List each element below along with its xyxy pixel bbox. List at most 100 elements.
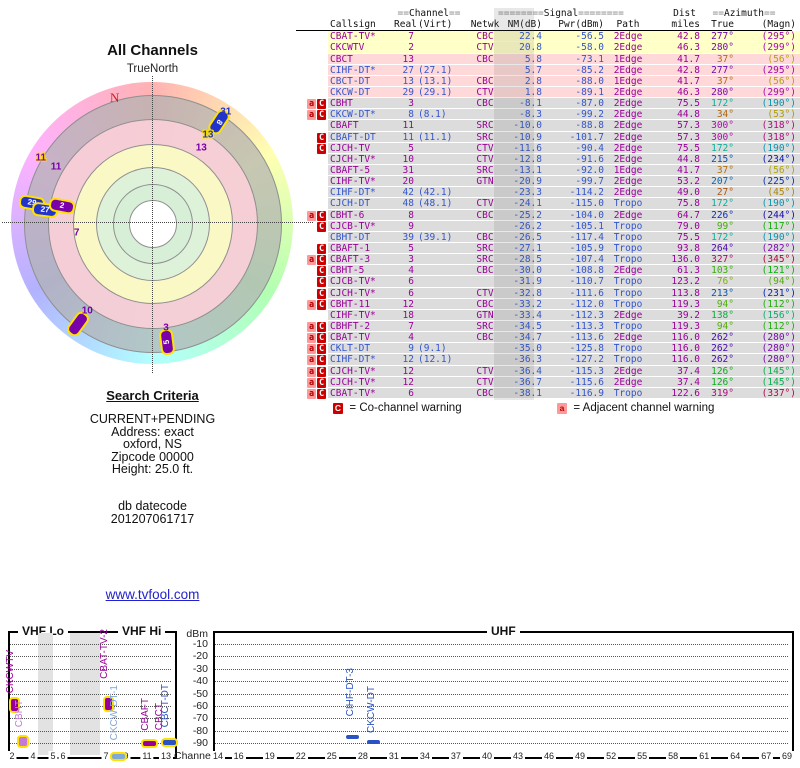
dbm-gridline [215,694,788,695]
cell-miles: 116.0 [652,343,700,353]
cell-network: CTV [468,154,502,164]
cell-miles: 42.8 [652,65,700,75]
cell-azimuth-magnetic: (234°) [734,154,800,164]
cell-real-channel: 39 [394,232,414,242]
cell-callsign: CJCH-TV* [328,154,394,164]
adjacent-channel-warning-icon: a [307,367,316,377]
tvfool-link[interactable]: www.tvfool.com [40,587,265,602]
cell-noise-margin: -10.0 [502,120,542,130]
cell-azimuth-magnetic: (190°) [734,98,800,108]
cell-power: -116.9 [542,388,604,398]
cell-virtual-channel [414,310,468,320]
co-channel-warning-icon: C [317,355,326,365]
cell-noise-margin: -13.1 [502,165,542,175]
cell-power: -105.9 [542,243,604,253]
search-mode: CURRENT+PENDING [40,413,265,426]
radar-channel-label: 3 [163,323,169,334]
table-rows: CBAT-TV*7CBC22.4-56.52Edge42.8277°(295°)… [296,31,792,399]
signal-bar-label: CBCT-DT [160,684,171,727]
dbm-tick-label: -50 [180,688,208,700]
cell-power: -58.0 [542,42,604,52]
cell-path: 2Edge [604,377,652,387]
cell-virtual-channel [414,54,468,64]
cell-real-channel: 12 [394,354,414,364]
cell-azimuth-true: 126° [700,377,734,387]
station-table: ==Channel== ========Signal======== Dist … [296,8,792,399]
dbm-tick-label: -90 [180,737,208,749]
channel-tick-label: 58 [666,751,680,761]
cell-miles: 44.8 [652,154,700,164]
table-row: aCCBHT-68CBC-25.2-104.02Edge64.7226°(244… [296,210,792,221]
signal-bar-label: CBAT-TV-2 [99,629,110,679]
cell-warning: C [296,276,328,287]
cell-noise-margin: -33.4 [502,310,542,320]
cell-azimuth-true: 277° [700,31,734,41]
cell-real-channel: 2 [394,42,414,52]
cell-network: CBC [468,265,502,275]
cell-power: -88.0 [542,76,604,86]
co-channel-warning-icon: C [333,403,343,414]
cell-real-channel: 12 [394,366,414,376]
cell-azimuth-magnetic: (280°) [734,354,800,364]
cell-network: CBC [468,210,502,220]
cell-callsign: CBHT-11 [328,299,394,309]
cell-path: Tropo [604,288,652,298]
cell-azimuth-magnetic: (121°) [734,265,800,275]
cell-power: -111.6 [542,288,604,298]
cell-azimuth-true: 37° [700,76,734,86]
cell-real-channel: 9 [394,343,414,353]
cell-network: CBC [468,232,502,242]
signal-bar [17,735,29,748]
cell-real-channel: 11 [394,132,414,142]
cell-real-channel: 5 [394,143,414,153]
cell-network: CBC [468,299,502,309]
cell-miles: 61.3 [652,265,700,275]
dbm-gridline [10,694,171,695]
row-band: CBAT-TV*7CBC22.4-56.52Edge42.8277°(295°) [328,31,800,42]
cell-network: CBC [468,54,502,64]
cell-virtual-channel [414,176,468,186]
table-row: CKCW-DT29(29.1)CTV1.8-89.12Edge46.3280°(… [296,87,792,98]
band-label-uhf: UHF [487,624,520,638]
cell-virtual-channel: (11.1) [414,132,468,142]
table-row: aCCBHT-1112CBC-33.2-112.0Tropo119.394°(1… [296,299,792,310]
cell-azimuth-true: 300° [700,120,734,130]
cell-network [468,109,502,119]
cell-noise-margin: 2.8 [502,76,542,86]
cell-callsign: CKLT-DT [328,343,394,353]
cell-real-channel: 12 [394,299,414,309]
co-channel-warning-icon: C [317,110,326,120]
channel-tick-label: 22 [294,751,308,761]
table-row: CBCT-DT13(13.1)CBC2.8-88.01Edge41.737°(5… [296,76,792,87]
row-band: CJCH-TV*12CTV-36.7-115.62Edge37.4126°(14… [328,377,800,388]
cell-miles: 79.0 [652,221,700,231]
channel-tick-label: 64 [728,751,742,761]
cell-network: CTV [468,288,502,298]
cell-miles: 75.5 [652,98,700,108]
cell-warning: aC [296,321,328,332]
cell-miles: 93.8 [652,243,700,253]
cell-noise-margin: -27.1 [502,243,542,253]
cell-noise-margin: 20.8 [502,42,542,52]
signal-bar-label: CKCWTV [5,650,16,693]
cell-miles: 57.3 [652,132,700,142]
cell-path: 2Edge [604,332,652,342]
cell-miles: 119.3 [652,321,700,331]
cell-miles: 75.8 [652,198,700,208]
cell-noise-margin: -20.9 [502,176,542,186]
cell-noise-margin: -11.6 [502,143,542,153]
cell-network: SRC [468,321,502,331]
cell-virtual-channel [414,143,468,153]
cell-azimuth-magnetic: (156°) [734,310,800,320]
cell-real-channel: 12 [394,377,414,387]
table-row: CBAFT-531SRC-13.1-92.01Edge41.737°(56°) [296,165,792,176]
row-band: CBHT-68CBC-25.2-104.02Edge64.7226°(244°) [328,210,800,221]
cell-path: 2Edge [604,132,652,142]
row-band: CBAFT-DT11(11.1)SRC-10.9-101.72Edge57.33… [328,132,800,143]
cell-callsign: CBAFT-5 [328,165,394,175]
radar-channel-label: 7 [74,228,80,239]
table-row: CBCT13CBC5.8-73.11Edge41.737°(56°) [296,54,792,65]
row-band: CJCH-TV*12CTV-36.4-115.32Edge37.4126°(14… [328,366,800,377]
signal-bar-label: CIHF-DT-3 [345,668,356,716]
cell-network [468,276,502,286]
